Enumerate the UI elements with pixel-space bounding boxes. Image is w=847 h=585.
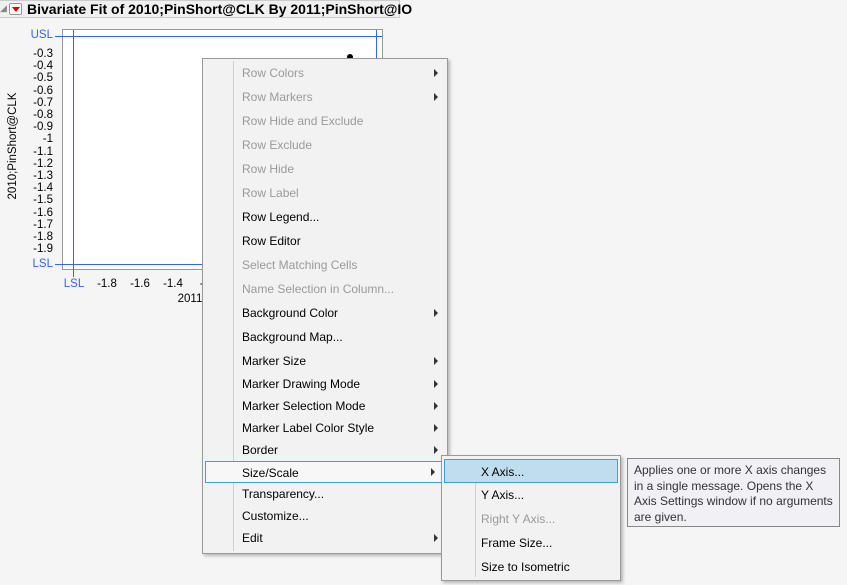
submenu-item-frame-size[interactable]: Frame Size... — [442, 531, 620, 555]
y-tick-label: USL — [30, 29, 53, 41]
menu-item-label: Row Hide — [242, 162, 295, 176]
menu-item-marker-size[interactable]: Marker Size — [203, 349, 447, 373]
menu-item-label: Marker Size — [242, 354, 307, 368]
menu-item-label: Row Exclude — [242, 138, 313, 152]
menu-item-label: Row Hide and Exclude — [242, 114, 364, 128]
y-tick-label: -0.6 — [33, 84, 53, 97]
menu-item-name-selection-in-column: Name Selection in Column... — [203, 277, 447, 301]
submenu-item-right-y-axis: Right Y Axis... — [442, 507, 620, 531]
tooltip: Applies one or more X axis changes in a … — [627, 458, 840, 527]
size-scale-submenu: X Axis... Y Axis... Right Y Axis... Frame S… — [441, 455, 621, 581]
y-tick-label: -0.8 — [33, 109, 53, 121]
menu-item-label: X Axis... — [481, 465, 525, 479]
submenu-arrow-icon — [434, 309, 438, 317]
menu-item-border[interactable]: Border — [203, 439, 447, 461]
y-tick-label: -1.5 — [33, 194, 53, 207]
menu-item-size-scale[interactable]: Size/Scale — [205, 461, 445, 483]
menu-item-label: Background Color — [242, 306, 339, 320]
submenu-arrow-icon — [434, 534, 438, 542]
menu-item-label: Transparency... — [242, 487, 325, 501]
submenu-arrow-icon — [434, 69, 438, 77]
y-tick-label: -1.9 — [33, 243, 53, 256]
y-tick-label: LSL — [32, 258, 53, 270]
y-tick-label: -1.3 — [33, 170, 53, 182]
y-tick-label: -1.1 — [33, 145, 53, 158]
submenu-item-x-axis[interactable]: X Axis... — [444, 459, 618, 483]
y-tick-label: -0.4 — [33, 60, 53, 73]
y-tick-label: -0.9 — [33, 121, 53, 134]
menu-item-label: Name Selection in Column... — [242, 282, 395, 296]
submenu-item-size-to-isometric[interactable]: Size to Isometric — [442, 555, 620, 579]
menu-item-label: Marker Drawing Mode — [242, 377, 361, 391]
disclosure-icon[interactable]: ◢ — [0, 4, 7, 14]
context-menu: Row Colors Row Markers Row Hide and Exclud… — [202, 58, 448, 554]
menu-item-customize[interactable]: Customize... — [203, 505, 447, 527]
menu-item-row-markers: Row Markers — [203, 85, 447, 109]
menu-item-row-label: Row Label — [203, 181, 447, 205]
submenu-arrow-icon — [434, 446, 438, 454]
y-tick-label: -0.5 — [33, 72, 53, 85]
x-tick-label: -1.4 — [163, 278, 183, 290]
y-tick-label: -1.2 — [33, 157, 53, 170]
menu-item-label: Size/Scale — [242, 466, 299, 480]
y-axis-label: 2010;PinShort@CLK — [7, 92, 19, 200]
menu-item-row-hide-and-exclude: Row Hide and Exclude — [203, 109, 447, 133]
y-tick-label: -1 — [42, 133, 53, 146]
submenu-arrow-icon — [434, 357, 438, 365]
submenu-arrow-icon — [434, 380, 438, 388]
menu-item-select-matching-cells: Select Matching Cells — [203, 253, 447, 277]
submenu-arrow-icon — [434, 424, 438, 432]
menu-item-label: Row Label — [242, 186, 299, 200]
report-title: Bivariate Fit of 2010;PinShort@CLK By 20… — [27, 1, 413, 17]
menu-item-label: Size to Isometric — [481, 560, 570, 574]
menu-item-row-editor[interactable]: Row Editor — [203, 229, 447, 253]
menu-item-label: Frame Size... — [481, 536, 553, 550]
menu-item-background-map[interactable]: Background Map... — [203, 325, 447, 349]
menu-item-label: Select Matching Cells — [242, 258, 358, 272]
menu-item-label: Row Editor — [242, 234, 301, 248]
menu-item-edit[interactable]: Edit — [203, 527, 447, 549]
menu-item-marker-drawing-mode[interactable]: Marker Drawing Mode — [203, 373, 447, 395]
red-triangle-menu-icon[interactable] — [9, 3, 22, 15]
y-tick-label: -0.7 — [33, 96, 53, 109]
report-header: ◢ Bivariate Fit of 2010;PinShort@CLK By … — [0, 0, 412, 18]
y-tick-label: -1.7 — [33, 218, 53, 231]
menu-item-label: Marker Selection Mode — [242, 399, 366, 413]
menu-item-label: Border — [242, 443, 279, 457]
x-tick-label: LSL — [63, 278, 85, 290]
x-tick-label: -1.8 — [97, 278, 117, 290]
submenu-arrow-icon — [431, 468, 435, 476]
menu-item-row-legend[interactable]: Row Legend... — [203, 205, 447, 229]
x-lsl-line — [73, 30, 74, 277]
submenu-arrow-icon — [434, 402, 438, 410]
menu-item-row-exclude: Row Exclude — [203, 133, 447, 157]
y-tick-label: -0.3 — [33, 48, 53, 60]
y-tick-label: -1.4 — [33, 182, 53, 195]
menu-item-label: Edit — [242, 531, 263, 545]
menu-item-label: Row Legend... — [242, 210, 320, 224]
x-axis-label: 2011 — [177, 293, 203, 305]
menu-item-label: Right Y Axis... — [481, 512, 556, 526]
submenu-item-y-axis[interactable]: Y Axis... — [442, 483, 620, 507]
menu-item-label: Background Map... — [242, 330, 343, 344]
menu-item-label: Row Colors — [242, 66, 305, 80]
menu-item-label: Customize... — [242, 509, 309, 523]
menu-item-row-colors: Row Colors — [203, 61, 447, 85]
x-tick-label: -1.6 — [130, 278, 150, 290]
menu-item-label: Row Markers — [242, 90, 313, 104]
menu-item-marker-selection-mode[interactable]: Marker Selection Mode — [203, 395, 447, 417]
menu-item-background-color[interactable]: Background Color — [203, 301, 447, 325]
submenu-arrow-icon — [434, 93, 438, 101]
menu-item-label: Y Axis... — [481, 488, 525, 502]
y-tick-label: -1.6 — [33, 206, 53, 219]
y-tick-label: -1.8 — [33, 231, 53, 243]
menu-item-row-hide: Row Hide — [203, 157, 447, 181]
usl-line — [55, 36, 382, 37]
menu-item-transparency[interactable]: Transparency... — [203, 483, 447, 505]
menu-item-marker-label-color-style[interactable]: Marker Label Color Style — [203, 417, 447, 439]
menu-item-label: Marker Label Color Style — [242, 421, 375, 435]
